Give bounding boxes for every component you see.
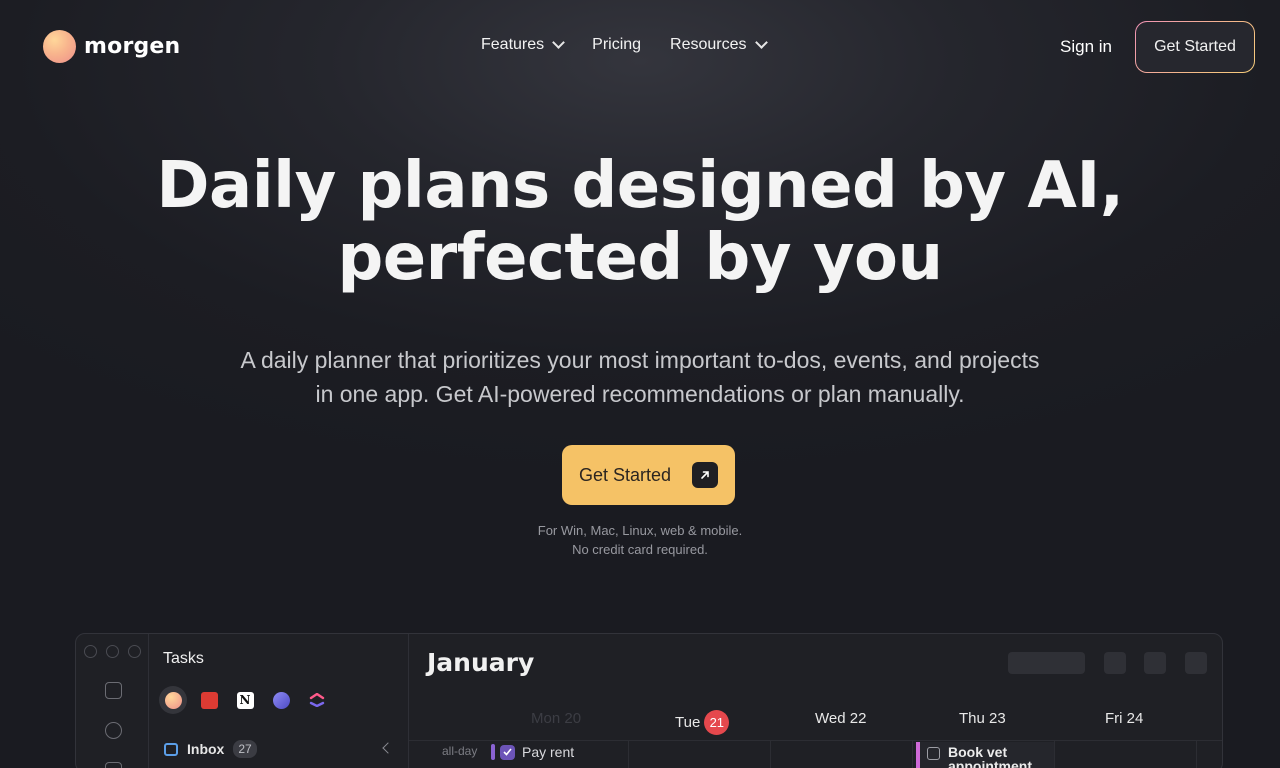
sign-in-link[interactable]: Sign in	[1060, 37, 1112, 57]
calendar-month-title: January	[427, 648, 535, 677]
hero-subtitle: A daily planner that prioritizes your mo…	[0, 343, 1280, 411]
event-book-vet[interactable]: Book vet appointment	[916, 742, 1054, 768]
day-header-fri: Fri 24	[1105, 710, 1143, 727]
note-line-1: For Win, Mac, Linux, web & mobile.	[537, 523, 743, 538]
chevron-down-icon	[754, 36, 768, 49]
chevron-down-icon	[552, 36, 566, 49]
event-title: Pay rent	[522, 744, 575, 760]
notion-icon[interactable]: N	[231, 686, 259, 714]
note-line-2: No credit card required.	[572, 542, 708, 557]
checkbox-icon	[105, 682, 122, 699]
nav-item-label: Pricing	[592, 36, 642, 53]
day-label: Wed 22	[815, 710, 867, 727]
nav-get-started-button[interactable]: Get Started	[1135, 21, 1255, 73]
swirl-icon	[105, 722, 122, 739]
hero-cta-label: Get Started	[579, 464, 672, 485]
inbox-icon	[164, 742, 178, 756]
nav-item-pricing[interactable]: Pricing	[592, 36, 641, 54]
arrow-up-right-icon	[692, 462, 718, 488]
headline-line-2: perfected by you	[337, 221, 943, 295]
brand-logo[interactable]: morgen	[43, 30, 180, 63]
grid-divider	[628, 740, 629, 768]
grid-divider	[1054, 740, 1055, 768]
tasks-panel: Tasks N Inbox 27	[149, 634, 409, 768]
main-menu: Features Pricing Resources	[481, 36, 795, 54]
calendar-icon	[105, 762, 122, 768]
all-day-label: all-day	[442, 744, 478, 758]
headline-line-1: Daily plans designed by AI,	[156, 149, 1124, 223]
day-label: Mon 20	[531, 710, 582, 727]
day-header-thu: Thu 23	[959, 710, 1006, 727]
grid-divider	[770, 740, 771, 768]
brand-name: morgen	[84, 34, 181, 59]
day-header-tue: Tue 21	[675, 710, 730, 735]
inbox-item[interactable]: Inbox 27	[164, 740, 257, 758]
event-color-bar	[491, 744, 495, 760]
grid-divider	[409, 740, 1222, 741]
day-label: Thu 23	[959, 710, 1006, 727]
prev-button[interactable]	[1104, 652, 1126, 674]
checkbox-icon[interactable]	[927, 747, 940, 760]
nav-item-label: Resources	[670, 36, 747, 53]
collapse-panel-icon[interactable]	[382, 742, 394, 754]
nav-item-label: Features	[481, 36, 545, 53]
morgen-integration-icon[interactable]	[159, 686, 187, 714]
platform-note: For Win, Mac, Linux, web & mobile. No cr…	[0, 521, 1280, 559]
nav-item-features[interactable]: Features	[481, 36, 566, 54]
inbox-label: Inbox	[187, 741, 225, 757]
next-button[interactable]	[1185, 652, 1207, 674]
window-controls	[84, 645, 150, 658]
subtitle-line-2: in one app. Get AI-powered recommendatio…	[315, 381, 965, 407]
inbox-count-badge: 27	[233, 740, 257, 758]
morgen-logo-icon	[43, 30, 76, 63]
hero-get-started-button[interactable]: Get Started	[562, 445, 735, 505]
window-dot-icon	[84, 645, 97, 658]
event-title-line-2: appointment	[948, 758, 1032, 768]
today-button[interactable]	[1144, 652, 1166, 674]
view-selector[interactable]	[1008, 652, 1085, 674]
today-badge: 21	[704, 710, 730, 735]
top-nav: morgen Features Pricing Resources Sign i…	[0, 0, 1280, 94]
event-pay-rent[interactable]: Pay rent	[491, 744, 574, 760]
window-dot-icon	[128, 645, 141, 658]
linear-icon[interactable]	[267, 686, 295, 714]
day-label: Fri 24	[1105, 710, 1144, 727]
day-label: Tue	[675, 714, 701, 731]
nav-get-started-label: Get Started	[1136, 22, 1254, 72]
tasks-title: Tasks	[163, 650, 204, 667]
app-preview: Tasks N Inbox 27 January Mon 20 Tue 21 W…	[75, 633, 1223, 768]
nav-item-resources[interactable]: Resources	[670, 36, 768, 54]
hero-headline: Daily plans designed by AI, perfected by…	[0, 150, 1280, 294]
grid-divider	[912, 740, 913, 768]
checked-icon[interactable]	[500, 744, 515, 760]
event-title: Book vet appointment	[948, 745, 1032, 768]
todoist-icon[interactable]	[195, 686, 223, 714]
clickup-icon[interactable]	[303, 686, 331, 714]
window-dot-icon	[106, 645, 119, 658]
day-header-wed: Wed 22	[815, 710, 866, 727]
integration-icons: N	[159, 686, 339, 714]
subtitle-line-1: A daily planner that prioritizes your mo…	[240, 347, 1040, 373]
app-sidebar-rail	[76, 634, 149, 768]
calendar-view: January Mon 20 Tue 21 Wed 22 Thu 23 Fri …	[409, 634, 1222, 768]
grid-divider	[1196, 740, 1197, 768]
day-header-mon: Mon 20	[531, 710, 581, 727]
